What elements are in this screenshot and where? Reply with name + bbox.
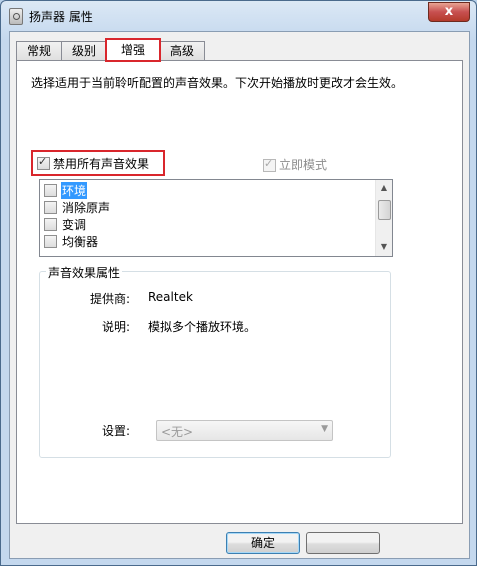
effect-label: 环境 [61,182,88,199]
effect-label: 消除原声 [62,201,111,215]
dialog-client: 常规 级别 增强 高级 选择适用于当前聆听配置的声音效果。下次开始播放时更改才会… [9,31,470,559]
scroll-down-icon[interactable]: ▼ [378,240,390,254]
window-title: 扬声器 属性 [29,10,93,24]
settings-value: <无> [161,425,194,439]
effect-checkbox[interactable] [44,235,57,248]
effect-checkbox[interactable] [44,184,57,197]
scroll-up-icon[interactable]: ▲ [378,181,390,195]
effect-checkbox[interactable] [44,218,57,231]
effect-properties-group: 声音效果属性 提供商: Realtek 说明: 模拟多个播放环境。 设置: <无… [39,264,391,458]
list-scrollbar[interactable]: ▲ ▼ [375,180,392,256]
disable-all-checkbox[interactable] [37,155,50,170]
tab-enhancements[interactable]: 增强 [105,38,161,62]
chevron-down-icon: ▼ [321,424,328,434]
tab-levels[interactable]: 级别 [61,41,107,60]
speaker-icon [9,8,23,25]
description-label: 说明: [101,320,130,334]
tab-advanced[interactable]: 高级 [159,41,205,60]
cancel-button[interactable] [306,532,380,554]
title-bar[interactable]: 扬声器 属性 x [1,1,476,31]
disable-all-label: 禁用所有声音效果 [53,157,150,171]
enhancements-panel: 选择适用于当前聆听配置的声音效果。下次开始播放时更改才会生效。 禁用所有声音效果… [16,60,463,524]
immediate-mode-checkbox [263,157,276,172]
ok-button[interactable]: 确定 [226,532,300,554]
description-value: 模拟多个播放环境。 [148,320,257,334]
immediate-mode-label: 立即模式 [279,158,328,172]
scroll-thumb[interactable] [378,200,391,220]
immediate-mode: 立即模式 [263,156,327,173]
provider-value: Realtek [148,290,193,304]
enhancement-description: 选择适用于当前聆听配置的声音效果。下次开始播放时更改才会生效。 [31,76,404,90]
effect-label: 均衡器 [62,235,99,249]
provider-label: 提供商: [89,292,130,306]
effect-checkbox[interactable] [44,201,57,214]
settings-label: 设置: [101,424,130,438]
properties-window: 扬声器 属性 x 常规 级别 增强 高级 选择适用于当前聆听配置的声音效果。下次… [0,0,477,566]
effect-label: 变调 [62,218,87,232]
group-title: 声音效果属性 [46,264,123,281]
effects-list[interactable]: 环境 消除原声 变调 均衡器 ▲ ▼ [39,179,393,257]
tab-general[interactable]: 常规 [16,41,62,60]
close-button[interactable]: x [428,2,470,22]
settings-select: <无> ▼ [156,420,333,441]
disable-all-effects[interactable]: 禁用所有声音效果 [31,150,165,176]
